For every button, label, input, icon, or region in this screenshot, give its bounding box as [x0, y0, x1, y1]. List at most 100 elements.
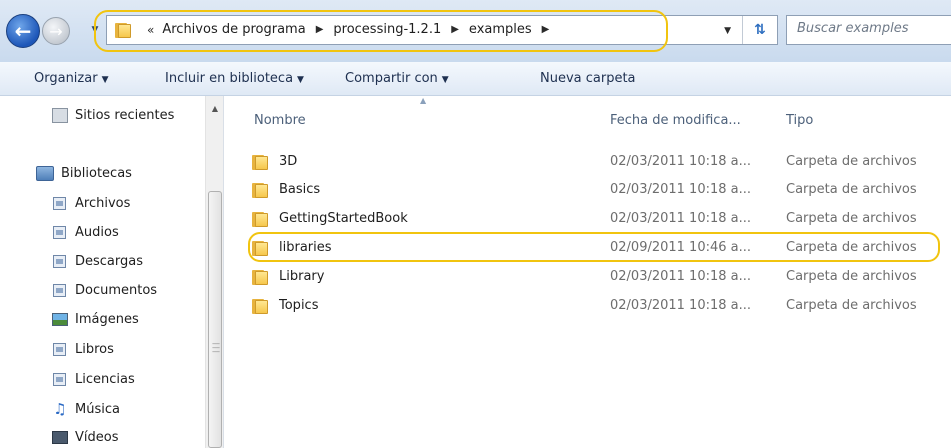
videos-icon	[52, 431, 68, 444]
sort-ascending-icon: ▲	[420, 96, 427, 105]
navigation-scrollbar[interactable]: ▲ — — —	[205, 96, 224, 448]
organize-label: Organizar	[34, 71, 98, 86]
file-type: Carpeta de archivos	[786, 269, 917, 284]
nav-item-documentos[interactable]: Documentos	[52, 283, 157, 298]
file-type: Carpeta de archivos	[786, 182, 917, 197]
command-bar: Organizar ▼ Incluir en biblioteca ▼ Compar…	[0, 62, 951, 96]
nav-item-archivos[interactable]: Archivos	[52, 196, 130, 211]
breadcrumb-item[interactable]: processing-1.2.1	[333, 22, 441, 37]
recent-pages-dropdown[interactable]: ▼	[88, 22, 102, 38]
chevron-down-icon: ▼	[91, 25, 99, 35]
file-row[interactable]: GettingStartedBook 02/03/2011 10:18 a...…	[252, 207, 942, 233]
nav-item-label: Sitios recientes	[75, 108, 175, 123]
file-name: Library	[279, 269, 325, 284]
nav-item-videos[interactable]: Vídeos	[52, 430, 118, 445]
file-row[interactable]: Library 02/03/2011 10:18 a... Carpeta de…	[252, 265, 942, 291]
nav-item-label: Documentos	[75, 283, 158, 298]
breadcrumb-overflow-chevron[interactable]: «	[147, 23, 154, 37]
file-date: 02/03/2011 10:18 a...	[610, 154, 752, 169]
nav-item-label: Libros	[75, 342, 114, 357]
nav-item-recent-places[interactable]: Sitios recientes	[52, 108, 174, 123]
file-name: libraries	[279, 240, 332, 255]
file-type: Carpeta de archivos	[786, 240, 917, 255]
nav-item-label: Archivos	[75, 196, 131, 211]
breadcrumb-separator-icon[interactable]: ▶	[316, 24, 324, 35]
nav-item-libros[interactable]: Libros	[52, 342, 114, 357]
arrow-left-icon: ←	[14, 19, 32, 43]
folder-icon	[252, 241, 268, 256]
libraries-icon	[36, 166, 54, 181]
nav-item-label: Licencias	[75, 372, 135, 387]
chevron-down-icon: ▼	[441, 75, 449, 85]
refresh-icon: ⇅	[754, 22, 766, 38]
music-icon: ♫	[53, 400, 67, 418]
nav-item-licencias[interactable]: Licencias	[52, 372, 135, 387]
file-name: GettingStartedBook	[279, 211, 408, 226]
address-history-dropdown[interactable]: ▼	[724, 26, 731, 36]
folder-icon	[252, 270, 268, 285]
file-row[interactable]: Topics 02/03/2011 10:18 a... Carpeta de …	[252, 294, 942, 320]
file-list: ▲ Nombre Fecha de modifica... Tipo 3D 02…	[224, 96, 951, 448]
file-date: 02/09/2011 10:46 a...	[610, 240, 752, 255]
file-type: Carpeta de archivos	[786, 298, 917, 313]
nav-item-musica[interactable]: ♫ Música	[52, 401, 120, 417]
new-folder-label: Nueva carpeta	[540, 71, 636, 86]
nav-item-label: Vídeos	[75, 430, 119, 445]
organize-menu[interactable]: Organizar ▼	[34, 71, 108, 86]
breadcrumb: « Archivos de programa ▶ processing-1.2.…	[147, 22, 559, 37]
new-folder-button[interactable]: Nueva carpeta	[540, 71, 636, 86]
breadcrumb-item[interactable]: examples	[469, 22, 532, 37]
pictures-icon	[52, 313, 68, 326]
file-type: Carpeta de archivos	[786, 154, 917, 169]
library-icon	[52, 342, 68, 357]
forward-button[interactable]: →	[42, 17, 70, 45]
navigation-pane: Sitios recientes Bibliotecas Archivos Au…	[0, 96, 205, 448]
address-bar[interactable]: « Archivos de programa ▶ processing-1.2.…	[106, 15, 778, 45]
file-row[interactable]: 3D 02/03/2011 10:18 a... Carpeta de arch…	[252, 150, 942, 176]
library-icon	[52, 254, 68, 269]
nav-item-imagenes[interactable]: Imágenes	[52, 312, 139, 327]
arrow-right-icon: →	[49, 21, 63, 41]
grip-icon: — — —	[212, 339, 220, 356]
file-date: 02/03/2011 10:18 a...	[610, 269, 752, 284]
nav-item-audios[interactable]: Audios	[52, 225, 119, 240]
include-in-library-menu[interactable]: Incluir en biblioteca ▼	[165, 71, 304, 86]
file-name: 3D	[279, 154, 298, 169]
column-header-type[interactable]: Tipo	[786, 113, 813, 128]
nav-item-label: Descargas	[75, 254, 144, 269]
recent-places-icon	[52, 108, 68, 123]
folder-icon	[252, 183, 268, 198]
folder-icon	[115, 23, 131, 38]
column-header-name[interactable]: Nombre	[254, 113, 306, 128]
refresh-button[interactable]: ⇅	[742, 16, 777, 44]
nav-item-descargas[interactable]: Descargas	[52, 254, 143, 269]
file-row[interactable]: libraries 02/09/2011 10:46 a... Carpeta …	[252, 236, 942, 262]
folder-icon	[252, 212, 268, 227]
library-icon	[52, 196, 68, 211]
nav-item-libraries[interactable]: Bibliotecas	[36, 166, 132, 181]
file-name: Basics	[279, 182, 321, 197]
breadcrumb-separator-icon[interactable]: ▶	[542, 24, 550, 35]
column-header-date[interactable]: Fecha de modifica...	[610, 113, 741, 128]
file-type: Carpeta de archivos	[786, 211, 917, 226]
folder-icon	[252, 155, 268, 170]
file-row[interactable]: Basics 02/03/2011 10:18 a... Carpeta de …	[252, 178, 942, 204]
nav-item-label: Bibliotecas	[61, 166, 132, 181]
chevron-down-icon: ▼	[101, 75, 109, 85]
nav-item-label: Audios	[75, 225, 119, 240]
back-button[interactable]: ←	[6, 14, 40, 48]
address-toolbar: ← → ▼ « Archivos de programa ▶ processin…	[0, 0, 951, 63]
file-date: 02/03/2011 10:18 a...	[610, 211, 752, 226]
share-with-menu[interactable]: Compartir con ▼	[345, 71, 449, 86]
nav-item-label: Imágenes	[75, 312, 139, 327]
scroll-up-arrow-icon[interactable]: ▲	[206, 104, 224, 118]
breadcrumb-separator-icon[interactable]: ▶	[451, 24, 459, 35]
include-in-library-label: Incluir en biblioteca	[165, 71, 294, 86]
library-icon	[52, 372, 68, 387]
chevron-down-icon: ▼	[297, 75, 304, 85]
breadcrumb-item[interactable]: Archivos de programa	[162, 22, 305, 37]
scrollbar-thumb[interactable]: — — —	[208, 191, 222, 448]
documents-icon	[52, 283, 68, 298]
search-input[interactable]: Buscar examples	[786, 15, 951, 45]
file-name: Topics	[279, 298, 319, 313]
